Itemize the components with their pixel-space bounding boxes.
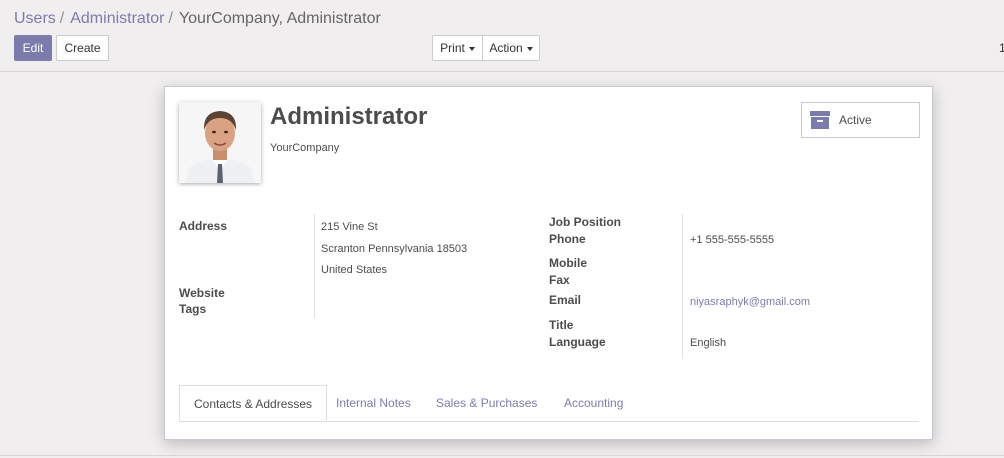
fax-label: Fax <box>549 273 570 287</box>
tab-sales-purchases[interactable]: Sales & Purchases <box>436 385 537 421</box>
active-toggle-button[interactable]: Active <box>801 102 920 138</box>
archive-icon <box>810 111 830 129</box>
print-dropdown[interactable]: Print <box>432 35 483 61</box>
language-label: Language <box>549 335 606 349</box>
caret-down-icon <box>526 46 533 51</box>
field-divider <box>682 214 683 359</box>
tab-internal-notes[interactable]: Internal Notes <box>336 385 411 421</box>
caret-down-icon <box>468 46 475 51</box>
breadcrumb-separator: / <box>59 10 65 27</box>
field-divider <box>314 214 315 318</box>
website-label: Website <box>179 286 225 300</box>
print-label: Print <box>440 41 465 55</box>
mobile-label: Mobile <box>549 256 587 270</box>
email-label: Email <box>549 293 582 307</box>
avatar-photo <box>179 102 261 183</box>
address-street: 215 Vine St <box>321 221 378 233</box>
action-label: Action <box>489 41 523 55</box>
tab-contacts-addresses[interactable]: Contacts & Addresses <box>179 385 328 421</box>
phone-label: Phone <box>549 232 586 246</box>
tags-label: Tags <box>179 302 207 316</box>
chatter-divider <box>0 455 1004 456</box>
phone-value: +1 555-555-5555 <box>690 234 775 246</box>
breadcrumb-users[interactable]: Users <box>14 10 56 27</box>
partner-name: Administrator <box>270 103 428 130</box>
breadcrumb-administrator[interactable]: Administrator <box>70 10 164 27</box>
pager-value[interactable]: 1 <box>999 41 1004 55</box>
form-sheet: Administrator YourCompany Active Address… <box>164 86 933 440</box>
address-city: Scranton Pennsylvania 18503 <box>321 243 468 255</box>
control-panel: Users / Administrator / YourCompany, Adminis… <box>0 0 1004 72</box>
job-position-label: Job Position <box>549 215 621 229</box>
company-name[interactable]: YourCompany <box>270 142 339 154</box>
notebook-tabs: Contacts & Addresses Internal Notes Sale… <box>179 385 919 422</box>
language-value: English <box>690 337 727 349</box>
action-dropdown[interactable]: Action <box>482 35 540 61</box>
avatar[interactable] <box>179 102 261 183</box>
active-label: Active <box>839 113 872 127</box>
title-label: Title <box>549 318 574 332</box>
create-button[interactable]: Create <box>56 35 109 61</box>
address-country: United States <box>321 264 388 276</box>
email-link[interactable]: niyasraphyk@gmail.com <box>690 296 810 308</box>
edit-button[interactable]: Edit <box>14 35 52 61</box>
breadcrumb-current: YourCompany, Administrator <box>178 10 381 27</box>
address-label: Address <box>179 219 228 233</box>
breadcrumb: Users / Administrator / YourCompany, Adminis… <box>14 10 381 28</box>
tab-accounting[interactable]: Accounting <box>564 385 623 421</box>
breadcrumb-separator: / <box>168 10 173 27</box>
